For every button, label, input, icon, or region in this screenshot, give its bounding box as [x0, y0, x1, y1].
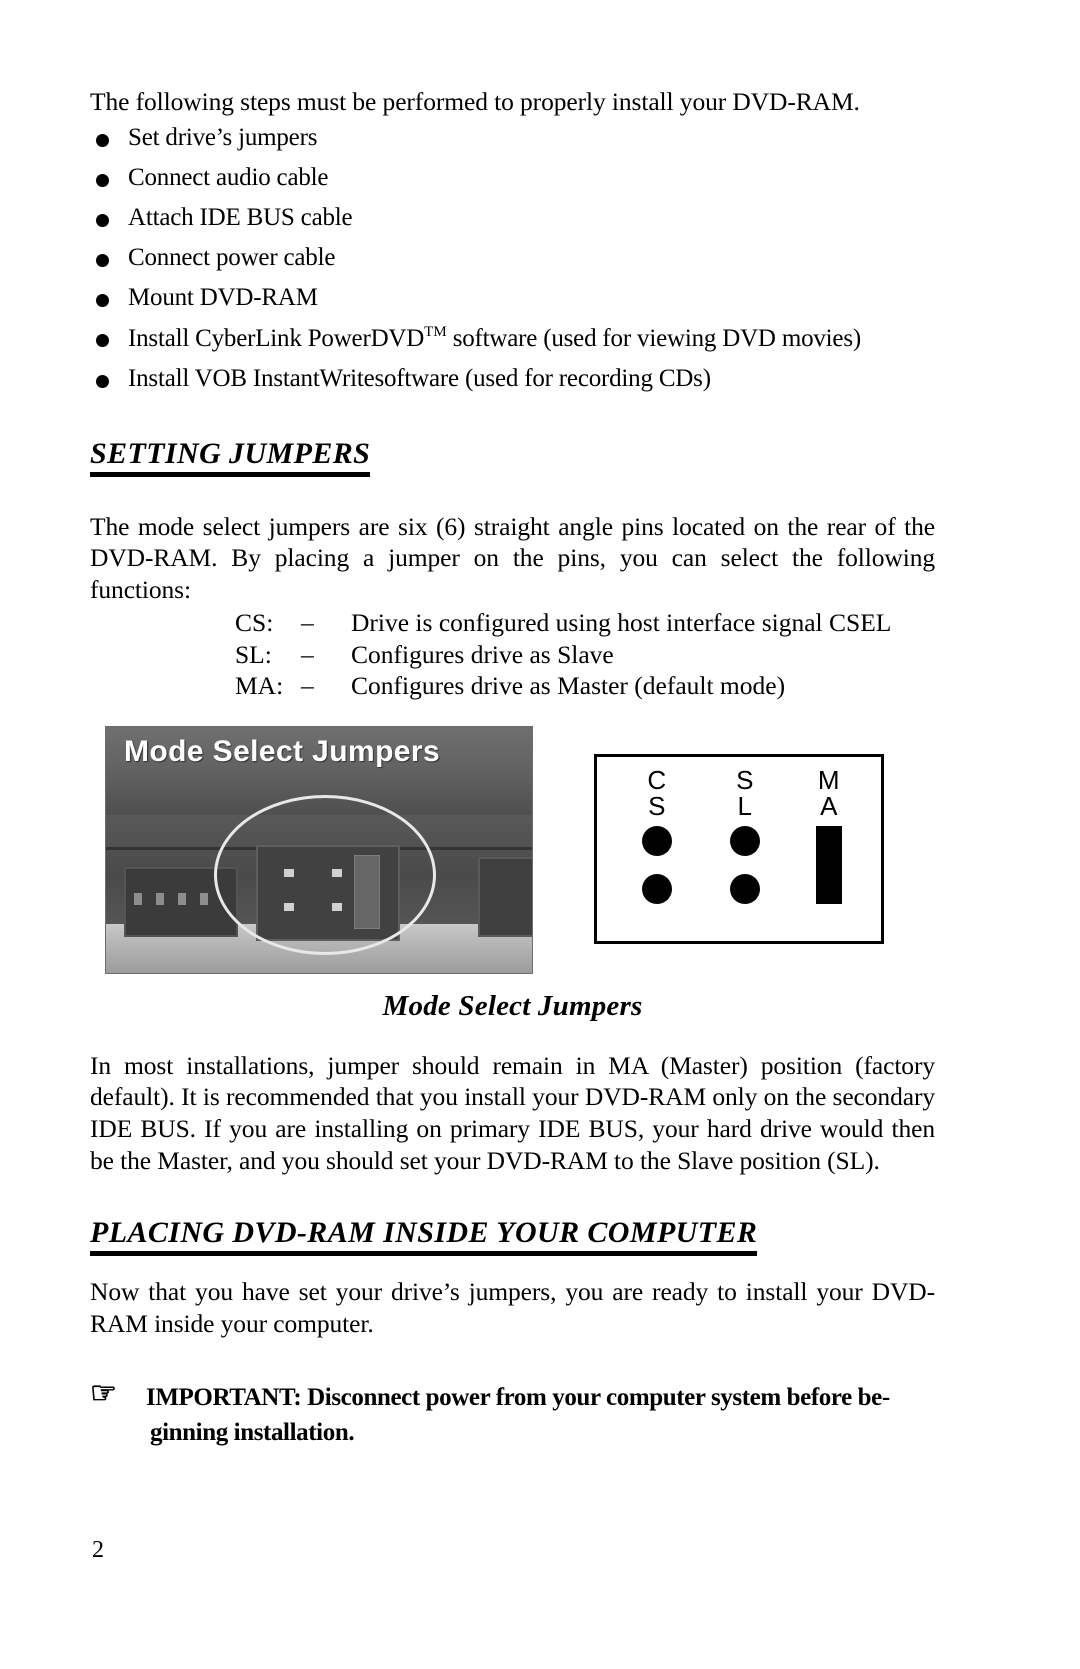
figure-caption: Mode Select Jumpers: [382, 989, 643, 1022]
list-item: Connect audio cable: [90, 165, 935, 190]
definition-dash: –: [301, 639, 314, 669]
list-item: Set drive’s jumpers: [90, 125, 935, 150]
section-heading-setting-jumpers: SETTING JUMPERS: [90, 437, 935, 477]
jumper-column-label-line2: S: [648, 791, 666, 822]
placing-paragraph: Now that you have set your drive’s jumpe…: [90, 1277, 935, 1338]
jumper-column-label-line1: M: [817, 764, 841, 795]
jumper-column-label-line1: C: [647, 764, 667, 795]
bullet-icon: [96, 213, 109, 227]
list-item-label: Mount DVD-RAM: [128, 283, 318, 311]
definition-dash: –: [301, 608, 314, 638]
important-note-line1: IMPORTANT: Disconnect power from your co…: [146, 1384, 890, 1412]
jumper-shunt-bar: [816, 825, 842, 904]
definition-value: Drive is configured using host interface…: [351, 608, 892, 638]
highlight-oval: [214, 794, 436, 955]
heading-underline: [90, 471, 371, 477]
jumper-column-label-line1: S: [736, 764, 754, 795]
heading-wrap: SETTING JUMPERS: [90, 436, 371, 477]
power-connector: [478, 856, 532, 937]
pin-dot: [730, 825, 760, 856]
jumper-column-sl: S L: [715, 767, 775, 922]
definition-key: CS:: [235, 608, 274, 638]
bullet-icon: [96, 293, 109, 307]
jumper-diagram: C S S L M A: [594, 753, 884, 944]
jumper-mode-definition-list: CS: – Drive is configured using host int…: [90, 607, 935, 700]
page-number: 2: [92, 1537, 104, 1563]
list-item: Install VOB InstantWritesoftware (used f…: [90, 366, 935, 391]
bullet-icon: [96, 173, 109, 187]
list-item-label: Install CyberLink PowerDVD: [128, 324, 425, 352]
section-heading-placing-dvd-ram: PLACING DVD-RAM INSIDE YOUR COMPUTER: [90, 1216, 935, 1257]
document-page: The following steps must be performed to…: [0, 0, 1080, 1669]
jumper-column-label-line2: L: [737, 791, 753, 822]
list-item-label-tail: software (used for viewing DVD movies): [446, 324, 861, 352]
heading-wrap: PLACING DVD-RAM INSIDE YOUR COMPUTER: [90, 1216, 758, 1257]
list-item-label: Set drive’s jumpers: [128, 123, 318, 151]
drive-rear-photo: Mode Select Jumpers: [105, 725, 533, 974]
important-note-line2: ginning installation.: [150, 1418, 355, 1446]
definition-row: SL: – Configures drive as Slave: [90, 639, 935, 670]
jumper-column-label-line2: A: [820, 791, 838, 822]
bullet-icon: [96, 133, 109, 147]
list-item-powerdvd: Install CyberLink PowerDVDTM software (u…: [90, 323, 935, 352]
pin-dot: [642, 873, 672, 904]
list-item: Mount DVD-RAM: [90, 285, 935, 310]
bullet-icon: [96, 374, 109, 388]
definition-row: MA: – Configures drive as Master (defaul…: [90, 670, 935, 701]
definition-dash: –: [301, 670, 314, 700]
important-note: ☞ IMPORTANT: Disconnect power from your …: [90, 1377, 935, 1450]
heading-text: SETTING JUMPERS: [90, 436, 371, 470]
jumper-column-cs: C S: [627, 767, 687, 922]
list-item-label: Connect audio cable: [128, 163, 329, 191]
jumper-position-paragraph: In most installations, jumper should rem…: [90, 1050, 935, 1175]
photo-overlay-label: Mode Select Jumpers: [124, 734, 441, 768]
jumper-pins-sl: [715, 825, 775, 904]
definition-key: MA:: [235, 670, 284, 700]
definition-key: SL:: [235, 639, 272, 669]
trademark-symbol: TM: [424, 323, 447, 340]
pin-dot: [730, 873, 760, 904]
definition-row: CS: – Drive is configured using host int…: [90, 607, 935, 638]
definition-value: Configures drive as Master (default mode…: [351, 670, 786, 700]
list-item-label: Connect power cable: [128, 243, 336, 271]
bullet-icon: [96, 253, 109, 267]
definition-value: Configures drive as Slave: [351, 639, 614, 669]
list-item: Attach IDE BUS cable: [90, 205, 935, 230]
heading-underline: [90, 1251, 758, 1257]
jumper-column-ma: M A: [799, 767, 859, 904]
intro-paragraph: The following steps must be performed to…: [90, 87, 860, 116]
setting-jumpers-paragraph: The mode select jumpers are six (6) stra…: [90, 511, 935, 604]
pointing-hand-icon: ☞: [90, 1377, 117, 1411]
jumper-pins-ma: [799, 825, 859, 904]
heading-text: PLACING DVD-RAM INSIDE YOUR COMPUTER: [90, 1216, 758, 1250]
pin-dot: [642, 825, 672, 856]
list-item: Connect power cable: [90, 245, 935, 270]
list-item-label: Install VOB InstantWritesoftware (used f…: [128, 364, 711, 392]
installation-steps-list: Set drive’s jumpers Connect audio cable …: [90, 125, 935, 391]
mode-select-jumpers-figure: Mode Select Jumpers C S S L M A: [90, 725, 935, 978]
list-item-label: Attach IDE BUS cable: [128, 203, 353, 231]
jumper-pins-cs: [627, 825, 687, 904]
bullet-icon: [96, 333, 109, 347]
page-content: The following steps must be performed to…: [90, 86, 935, 1450]
